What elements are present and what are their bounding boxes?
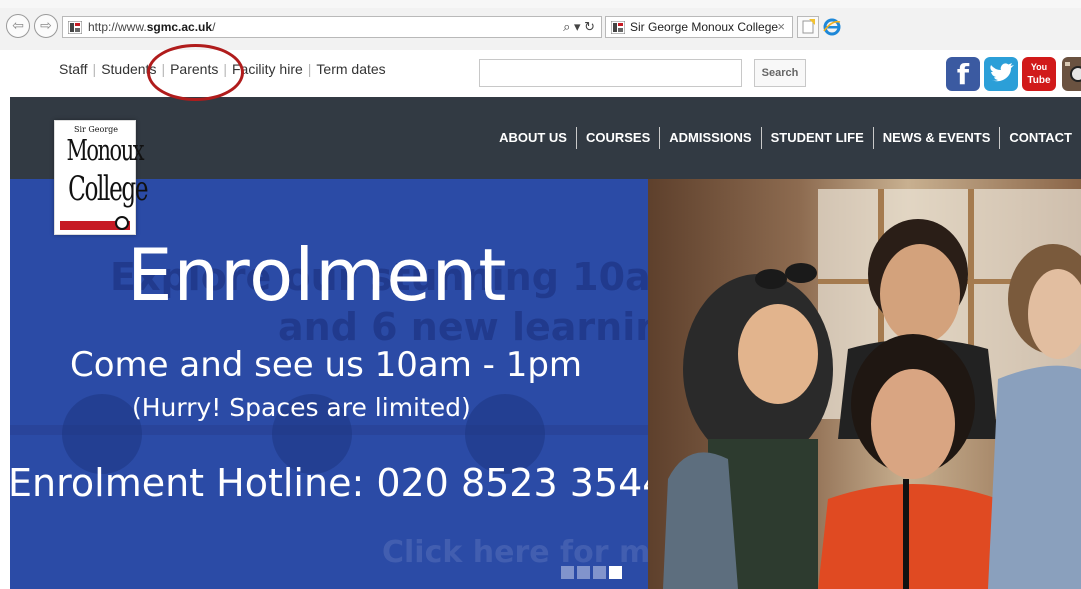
new-tab-icon: [802, 19, 815, 34]
nav-item-about-us[interactable]: ABOUT US: [490, 127, 576, 149]
college-logo[interactable]: Sir George Monoux College: [54, 120, 149, 235]
facebook-icon[interactable]: f: [946, 57, 980, 91]
nav-item-contact[interactable]: CONTACT: [999, 127, 1081, 149]
instagram-camera-icon: [1065, 62, 1081, 82]
tab-title: Sir George Monoux College: [630, 20, 779, 34]
students-photo-illustration: [648, 179, 1081, 589]
internet-explorer-icon[interactable]: [823, 18, 841, 36]
logo-line-college: College: [68, 169, 148, 209]
logo-line-monoux: Monoux: [66, 133, 144, 167]
utility-separator: |: [307, 61, 312, 77]
tab-favicon-icon: [611, 21, 625, 34]
youtube-label-bottom: Tube: [1027, 75, 1051, 86]
screenshot-root: ⇦ ⇨ http://www.sgmc.ac.uk/ ⌕ ▾ ↻ Sir Geo…: [0, 0, 1081, 589]
hero-subtitle: Come and see us 10am - 1pm: [70, 345, 583, 385]
utility-separator: |: [92, 61, 97, 77]
tab-close-icon[interactable]: ×: [777, 19, 785, 34]
main-nav-links: ABOUT US COURSES ADMISSIONS STUDENT LIFE NEW…: [490, 127, 1081, 149]
search-input[interactable]: [479, 59, 742, 87]
nav-item-admissions[interactable]: ADMISSIONS: [659, 127, 760, 149]
browser-chrome: ⇦ ⇨ http://www.sgmc.ac.uk/ ⌕ ▾ ↻ Sir Geo…: [0, 0, 1081, 50]
utility-link-staff[interactable]: Staff: [59, 61, 88, 77]
slider-dot-3[interactable]: [593, 566, 606, 579]
instagram-icon[interactable]: [1062, 57, 1081, 91]
hero-note: (Hurry! Spaces are limited): [132, 393, 471, 422]
slider-dot-1[interactable]: [561, 566, 574, 579]
browser-tab[interactable]: Sir George Monoux College ×: [605, 16, 793, 38]
main-navigation: ABOUT US COURSES ADMISSIONS STUDENT LIFE NEW…: [10, 97, 1081, 179]
logo-ring-icon: [115, 216, 129, 230]
address-bar[interactable]: http://www.sgmc.ac.uk/ ⌕ ▾ ↻: [62, 16, 602, 38]
annotation-circle: [147, 44, 244, 101]
hero-photo: [648, 179, 1081, 589]
ghost-cta: Click here for more: [382, 535, 648, 570]
hero-banner[interactable]: Explore our stunning 10am ka and 6 new l…: [10, 179, 648, 589]
back-button[interactable]: ⇦: [6, 14, 30, 38]
hero-hotline: Enrolment Hotline: 020 8523 3544: [10, 461, 648, 505]
twitter-icon[interactable]: [984, 57, 1018, 91]
nav-item-courses[interactable]: COURSES: [575, 127, 659, 149]
chrome-top-strip: [0, 0, 1081, 8]
address-controls[interactable]: ⌕ ▾ ↻: [563, 19, 595, 35]
nav-item-news-events[interactable]: NEWS & EVENTS: [872, 127, 1000, 149]
slider-pagination: [561, 566, 625, 579]
address-url: http://www.sgmc.ac.uk/: [88, 20, 216, 34]
nav-item-student-life[interactable]: STUDENT LIFE: [760, 127, 873, 149]
youtube-icon[interactable]: You Tube: [1022, 57, 1056, 91]
slider-dot-4[interactable]: [609, 566, 622, 579]
forward-button[interactable]: ⇨: [34, 14, 58, 38]
new-tab-button[interactable]: [797, 16, 819, 38]
twitter-bird-icon: [990, 63, 1014, 82]
site-favicon-icon: [68, 21, 82, 34]
slider-dot-2[interactable]: [577, 566, 590, 579]
youtube-label-top: You: [1030, 62, 1048, 72]
hero-title: Enrolment: [127, 233, 508, 317]
utility-link-term-dates[interactable]: Term dates: [316, 61, 385, 77]
search-button[interactable]: Search: [754, 59, 806, 87]
